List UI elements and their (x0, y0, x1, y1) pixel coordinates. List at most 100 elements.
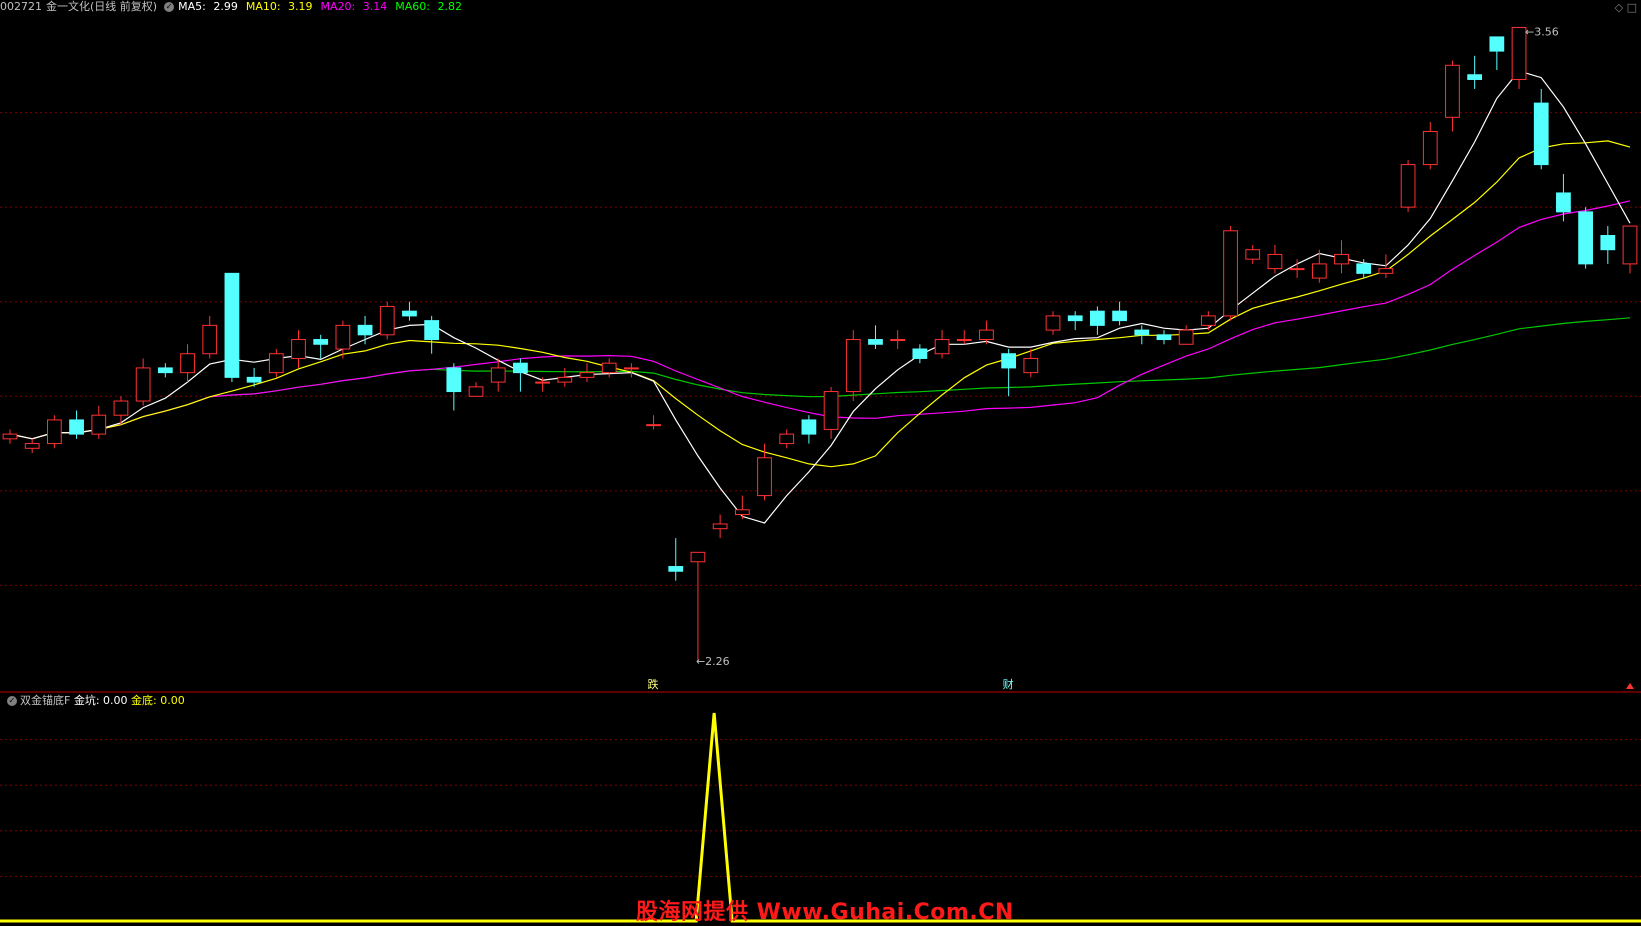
candle-body (1289, 268, 1305, 271)
indicator-line2-value: 0.00 (160, 694, 185, 707)
indicator-header: ✓ 双金锚底F 金坑: 0.00 金底: 0.00 (4, 694, 185, 708)
up-arrow-marker (1626, 683, 1634, 689)
candle-body (1467, 74, 1483, 80)
candle-body (1112, 310, 1127, 322)
ma5-value: 2.99 (213, 0, 238, 13)
candle-body (69, 419, 84, 435)
candle-body (912, 348, 928, 359)
candle-body (402, 310, 417, 317)
candle-body (246, 376, 262, 383)
chart-header: 002721 金一文化(日线 前复权) ✓ MA5: 2.99 MA10: 3.19 MA… (0, 0, 470, 16)
ma60-value: 2.82 (437, 0, 462, 13)
candle-body (823, 391, 839, 430)
signal-marker-die: 跌 (648, 677, 659, 691)
ma10-label: MA10: (245, 0, 281, 13)
candle-body (1090, 310, 1105, 326)
candle-body (890, 339, 906, 342)
candle-body (313, 339, 329, 345)
candle-body (1489, 36, 1505, 52)
ma60-label: MA60: (395, 0, 430, 13)
candle-body (135, 367, 151, 402)
candle-body (1267, 253, 1283, 270)
indicator-line2-label: 金底: (131, 694, 157, 707)
candle-body (1134, 329, 1150, 336)
candle-body (1511, 26, 1527, 80)
candle-body (1378, 268, 1394, 274)
ma5-line (9, 70, 1631, 524)
candle-body (468, 386, 484, 397)
square-icon[interactable]: □ (1627, 1, 1637, 14)
candle-body (1045, 315, 1061, 331)
candle-body (1245, 249, 1261, 260)
indicator-name[interactable]: 双金锚底F (20, 694, 70, 707)
candle-body (690, 551, 706, 563)
candle-body (379, 305, 395, 336)
candle-body (1200, 315, 1216, 326)
candle-body (490, 367, 506, 383)
candle-body (868, 339, 883, 345)
ma20-line (9, 200, 1631, 440)
candle-body (579, 372, 595, 378)
watermark: 股海网提供 Www.Guhai.Com.CN (636, 900, 1014, 925)
candle-body (557, 376, 573, 383)
candle-body (1311, 263, 1327, 279)
candle-body (1067, 315, 1083, 322)
window-controls: ◇ □ (1615, 1, 1637, 14)
candle-body (268, 353, 284, 374)
indicator-line1-label: 金坑: (73, 694, 100, 707)
candle-body (801, 419, 817, 435)
candle-body (424, 320, 440, 341)
ma20-label: MA20: (320, 0, 356, 13)
candle-body (712, 523, 728, 530)
candle-body (1445, 64, 1460, 118)
candle-body (757, 457, 772, 497)
candle-body (224, 272, 240, 378)
candle-body (113, 400, 129, 416)
candle-body (934, 339, 950, 355)
candle-body (2, 433, 18, 440)
indicator-jinkeng-line (0, 712, 1641, 923)
kline-chart[interactable]: ←3.56 ←2.26 跌 财 (0, 0, 1641, 925)
candle-body (513, 362, 528, 374)
signal-marker-cai: 财 (1003, 677, 1014, 691)
candle-body (91, 414, 107, 435)
candle-body (1600, 235, 1616, 251)
candle-body (357, 324, 373, 336)
candle-body (646, 424, 661, 427)
candle-body (1578, 211, 1593, 265)
candle-body (668, 566, 684, 572)
candle-body (1178, 329, 1194, 345)
candle-body (956, 339, 972, 342)
candle-body (845, 339, 861, 393)
indicator-circle-icon[interactable]: ✓ (7, 696, 17, 706)
candle-body (202, 324, 218, 355)
candle-body (47, 419, 62, 445)
indicator-line1-value: 0.00 (103, 694, 128, 707)
candle-body (446, 367, 462, 393)
ma5-label: MA5: (178, 0, 206, 13)
candle-body (1334, 253, 1349, 265)
candle-body (1223, 230, 1238, 317)
diamond-icon[interactable]: ◇ (1615, 1, 1623, 14)
stock-code: 002721 (0, 0, 42, 13)
candle-body (979, 329, 994, 341)
candle-body (24, 443, 40, 449)
candle-body (1023, 357, 1039, 374)
ma10-value: 3.19 (288, 0, 313, 13)
high-price-label: ←3.56 (1525, 25, 1559, 38)
ma10-line (9, 140, 1631, 468)
candle-body (335, 324, 351, 350)
candle-body (291, 339, 306, 359)
candle-body (180, 353, 195, 374)
candle-body (779, 433, 795, 445)
candle-body (623, 367, 639, 370)
settings-circle-icon[interactable]: ✓ (164, 2, 175, 12)
candle-body (1156, 334, 1172, 341)
candle-body (1622, 225, 1638, 265)
candle-body (1556, 192, 1571, 213)
low-price-label: ←2.26 (696, 655, 730, 668)
candle-body (535, 381, 550, 384)
stock-name[interactable]: 金一文化(日线 前复权) (46, 0, 157, 13)
candle-body (1356, 263, 1372, 274)
candle-body (1422, 130, 1438, 166)
